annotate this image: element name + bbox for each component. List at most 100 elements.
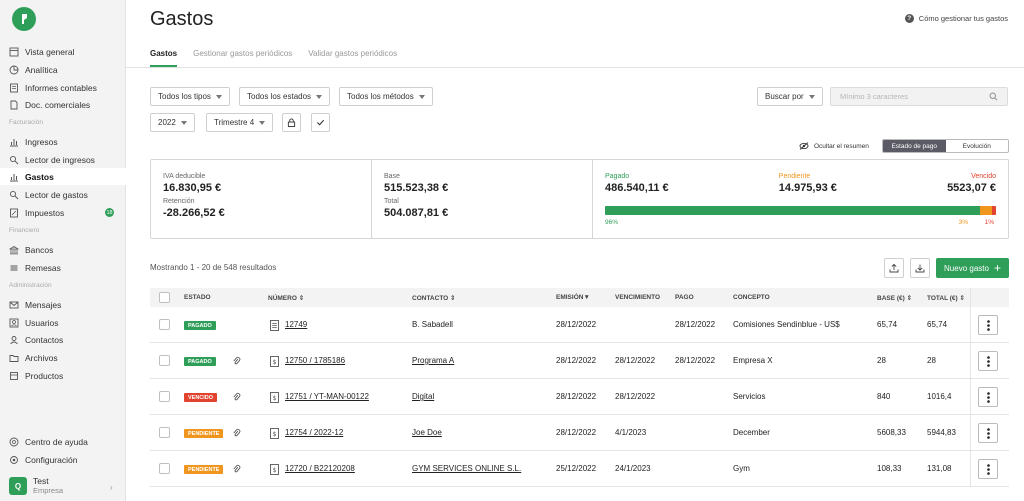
sidebar-item-centro-de-ayuda[interactable]: Centro de ayuda bbox=[0, 433, 126, 450]
paperclip-icon[interactable] bbox=[232, 356, 241, 366]
col-base[interactable]: BASE (€) ⇕ bbox=[877, 294, 912, 302]
tab-validar-periodicos[interactable]: Validar gastos periódicos bbox=[308, 49, 397, 67]
sidebar-item-lector-de-gastos[interactable]: Lector de gastos bbox=[0, 186, 126, 203]
vencido-label: Vencido bbox=[971, 173, 996, 180]
summary-panel: IVA deducible 16.830,95 € Retención -28.… bbox=[150, 159, 1009, 239]
sidebar-item-usuarios[interactable]: Usuarios bbox=[0, 314, 126, 331]
row-actions-button[interactable] bbox=[978, 351, 998, 371]
status-badge: PENDIENTE bbox=[184, 465, 224, 474]
row-actions-button[interactable] bbox=[978, 459, 998, 479]
invoice-icon: $ bbox=[270, 428, 279, 439]
new-expense-button[interactable]: Nuevo gasto + bbox=[936, 258, 1009, 278]
row-checkbox[interactable] bbox=[159, 391, 170, 402]
sidebar-item-ingresos[interactable]: Ingresos bbox=[0, 133, 126, 150]
contact-cell[interactable]: Programa A bbox=[412, 356, 454, 365]
summary-tax-column: IVA deducible 16.830,95 € Retención -28.… bbox=[151, 160, 372, 238]
app-logo-icon[interactable] bbox=[12, 7, 36, 31]
methods-select[interactable]: Todos los métodos bbox=[339, 87, 433, 106]
sidebar-item-label: Impuestos bbox=[25, 207, 65, 218]
sidebar-item-lector-de-ingresos[interactable]: Lector de ingresos bbox=[0, 151, 126, 168]
help-link[interactable]: ? Cómo gestionar tus gastos bbox=[904, 14, 1008, 23]
types-select[interactable]: Todos los tipos bbox=[150, 87, 230, 106]
year-select[interactable]: 2022 bbox=[150, 113, 195, 132]
row-checkbox[interactable] bbox=[159, 427, 170, 438]
col-vencimiento: VENCIMIENTO bbox=[615, 294, 661, 301]
row-actions-button[interactable] bbox=[978, 423, 998, 443]
search-by-select[interactable]: Buscar por bbox=[757, 87, 823, 106]
sidebar-item-label: Ingresos bbox=[25, 136, 58, 147]
sidebar-item-analitica[interactable]: Analítica bbox=[0, 61, 126, 78]
sidebar-item-contactos[interactable]: Contactos bbox=[0, 331, 126, 348]
total-amount: 1016,4 bbox=[927, 392, 952, 401]
col-numero-label: NÚMERO bbox=[268, 295, 297, 302]
due-date: 28/12/2022 bbox=[615, 356, 656, 365]
column-divider bbox=[970, 415, 971, 450]
table-row[interactable]: PENDIENTE $12720 / B22120208 GYM SERVICES … bbox=[150, 451, 1009, 487]
sidebar-item-label: Archivos bbox=[25, 352, 58, 363]
sidebar-item-mensajes[interactable]: Mensajes bbox=[0, 296, 126, 313]
sidebar-item-configuracion[interactable]: Configuración bbox=[0, 451, 126, 468]
col-pago: PAGO bbox=[675, 294, 694, 301]
hide-summary-toggle[interactable]: Ocultar el resumen bbox=[799, 142, 869, 150]
table-row[interactable]: VENCIDO $12751 / YT-MAN-00122 Digital 28/12… bbox=[150, 379, 1009, 415]
sidebar-item-productos[interactable]: Productos bbox=[0, 367, 126, 384]
segment-evolucion[interactable]: Evolución bbox=[946, 140, 1009, 152]
row-checkbox[interactable] bbox=[159, 463, 170, 474]
invoice-number-link[interactable]: 12749 bbox=[285, 320, 307, 329]
row-checkbox[interactable] bbox=[159, 355, 170, 366]
sidebar-item-remesas[interactable]: Remesas bbox=[0, 259, 126, 276]
tab-gestionar-periodicos[interactable]: Gestionar gastos periódicos bbox=[193, 49, 292, 67]
contact-cell[interactable]: Digital bbox=[412, 392, 434, 401]
table-row[interactable]: PAGADO $12750 / 1785186 Programa A 28/12/20… bbox=[150, 343, 1009, 379]
sidebar-item-bancos[interactable]: Bancos bbox=[0, 241, 126, 258]
export-button[interactable] bbox=[884, 258, 904, 278]
contact-cell[interactable]: Joe Doe bbox=[412, 428, 442, 437]
user-role: Empresa bbox=[33, 486, 64, 495]
col-contacto[interactable]: CONTACTO ⇕ bbox=[412, 294, 456, 302]
sidebar-item-vista-general[interactable]: Vista general bbox=[0, 43, 126, 60]
table-row[interactable]: PAGADO 12749 B. Sabadell 28/12/2022 28/12/20… bbox=[150, 307, 1009, 343]
select-all-checkbox[interactable] bbox=[159, 292, 170, 303]
chevron-right-icon[interactable]: › bbox=[110, 483, 113, 492]
concept-cell: Servicios bbox=[733, 392, 766, 401]
col-numero[interactable]: NÚMERO ⇕ bbox=[268, 294, 304, 302]
year-select-value: 2022 bbox=[158, 118, 176, 127]
sidebar-item-gastos[interactable]: Gastos bbox=[0, 168, 126, 185]
invoice-number-link[interactable]: 12750 / 1785186 bbox=[285, 356, 345, 365]
pagado-pct: 96% bbox=[605, 219, 619, 226]
invoice-number-link[interactable]: 12720 / B22120208 bbox=[285, 464, 355, 473]
confirm-button[interactable] bbox=[311, 113, 330, 132]
lock-button[interactable] bbox=[282, 113, 301, 132]
search-input[interactable] bbox=[830, 87, 1008, 106]
folder-icon bbox=[9, 353, 19, 363]
sidebar-item-archivos[interactable]: Archivos bbox=[0, 349, 126, 366]
row-actions-button[interactable] bbox=[978, 387, 998, 407]
states-select[interactable]: Todos los estados bbox=[239, 87, 331, 106]
download-icon bbox=[915, 264, 925, 273]
table-row[interactable]: PENDIENTE $12754 / 2022-12 Joe Doe 28/12/20… bbox=[150, 415, 1009, 451]
contact-cell[interactable]: GYM SERVICES ONLINE S.L. bbox=[412, 464, 521, 473]
paperclip-icon[interactable] bbox=[232, 428, 241, 438]
base-amount: 65,74 bbox=[877, 320, 898, 329]
row-actions-button[interactable] bbox=[978, 315, 998, 335]
concept-cell: Comisiones Sendinblue - US$ bbox=[733, 320, 840, 329]
quarter-select[interactable]: Trimestre 4 bbox=[206, 113, 274, 132]
paperclip-icon[interactable] bbox=[232, 464, 241, 474]
col-emision[interactable]: EMISIÓN▼ bbox=[556, 294, 590, 301]
contacts-icon bbox=[9, 335, 19, 345]
invoice-number-link[interactable]: 12751 / YT-MAN-00122 bbox=[285, 392, 369, 401]
download-button[interactable] bbox=[910, 258, 930, 278]
sidebar-item-informes-contables[interactable]: Informes contables bbox=[0, 79, 126, 96]
col-estado: ESTADO bbox=[184, 294, 211, 301]
tab-gastos[interactable]: Gastos bbox=[150, 49, 178, 67]
row-checkbox[interactable] bbox=[159, 319, 170, 330]
segment-estado-pago[interactable]: Estado de pago bbox=[883, 140, 946, 152]
column-divider bbox=[970, 288, 971, 307]
user-menu[interactable]: Q Test Empresa bbox=[9, 476, 63, 496]
sidebar-item-doc-comerciales[interactable]: Doc. comerciales bbox=[0, 96, 126, 113]
invoice-number-link[interactable]: 12754 / 2022-12 bbox=[285, 428, 343, 437]
col-total[interactable]: TOTAL (€) ⇕ bbox=[927, 294, 965, 302]
search-icon[interactable] bbox=[989, 92, 998, 101]
sidebar-item-impuestos[interactable]: Impuestos 18 bbox=[0, 204, 126, 221]
paperclip-icon[interactable] bbox=[232, 392, 241, 402]
